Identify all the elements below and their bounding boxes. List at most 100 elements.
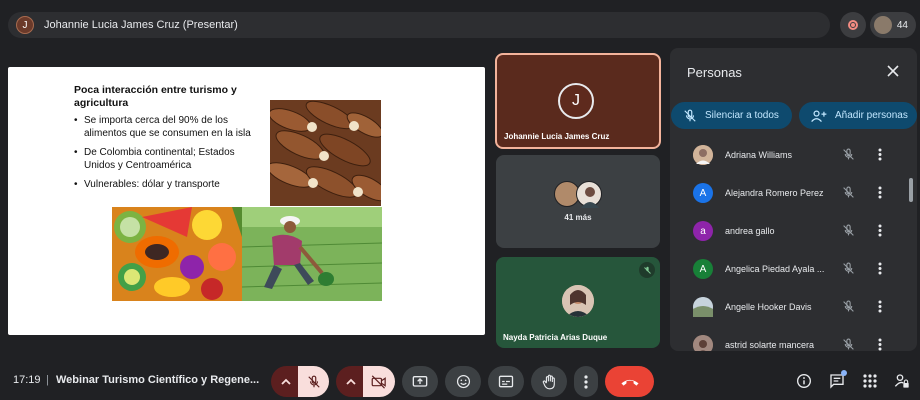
participant-thumbnail [874,16,892,34]
participant-name: Angelica Piedad Ayala ... [725,264,825,274]
chat-button[interactable] [828,370,847,390]
host-lock-icon [894,374,909,388]
present-screen-button[interactable] [402,366,438,397]
participant-thumbnail [576,181,602,208]
mic-off-icon [684,109,696,122]
more-vert-icon [584,374,588,389]
mic-off-icon [843,262,854,274]
cassava-image [270,100,381,206]
list-item[interactable]: a andrea gallo [670,212,917,250]
more-options-button[interactable] [574,366,598,397]
list-item[interactable]: A Angelica Piedad Ayala ... [670,250,917,288]
mic-off-icon [307,375,320,388]
fruits-image [112,207,242,301]
avatar [693,145,713,165]
hand-icon [542,374,555,389]
camera-off-icon [371,374,386,389]
slide-bullet: Vulnerables: dólar y transporte [74,179,256,192]
add-person-icon [811,109,827,122]
info-icon [797,374,811,388]
close-icon [887,65,899,77]
avatar [693,297,713,317]
mic-off-icon [843,224,854,236]
participants-button[interactable]: 44 [870,12,916,38]
participant-photo [562,285,594,317]
more-vert-icon [878,224,882,237]
slide-bullets: Se importa cerca del 90% de los alimento… [74,115,256,199]
mic-off-icon [843,148,854,160]
notification-dot [841,370,847,376]
farmer-image [242,207,382,301]
host-controls-button[interactable] [893,372,911,390]
more-vert-icon [878,338,882,351]
raise-hand-button[interactable] [531,366,567,397]
activities-button[interactable] [861,372,879,390]
participant-tile-nayda[interactable]: Nayda Patricia Arias Duque [496,257,660,348]
panel-title: Personas [687,65,742,80]
leave-call-button[interactable] [605,366,654,397]
clock: 17:19 [13,374,41,386]
add-people-label: Añadir personas [835,110,908,121]
mic-toggle-button[interactable] [298,366,329,397]
apps-grid-icon [863,374,877,388]
list-item[interactable]: Adriana Williams [670,136,917,174]
presentation-slide: Poca interacción entre turismo y agricul… [8,67,485,335]
avatar: A [693,259,713,279]
list-item[interactable]: astrid solarte mancera [670,326,917,351]
phone-hangup-icon [620,379,639,386]
mic-off-icon [843,300,854,312]
presenter-bar: J Johannie Lucia James Cruz (Presentar) [8,12,830,38]
people-list: Adriana Williams A Alejandra Romero Pere… [670,136,917,351]
close-button[interactable] [884,62,902,80]
mute-all-button[interactable]: Silenciar a todos [671,102,792,129]
more-vert-icon [878,186,882,199]
list-item[interactable]: Angelle Hooker Davis [670,288,917,326]
captions-button[interactable] [488,366,524,397]
meeting-title: Webinar Turismo Científico y Regene... [56,374,260,386]
panel-scrollbar[interactable] [909,178,913,202]
participant-count: 44 [896,19,908,31]
separator: | [46,374,49,386]
mic-off-icon [843,186,854,198]
emoji-icon [456,374,470,389]
more-vert-icon [878,148,882,161]
chevron-up-icon [345,378,356,385]
presenter-label: Johannie Lucia James Cruz (Presentar) [44,19,238,31]
reactions-button[interactable] [445,366,481,397]
more-vert-icon [878,262,882,275]
avatar [693,335,713,351]
participant-name: astrid solarte mancera [725,340,815,350]
avatar: a [693,221,713,241]
slide-title: Poca interacción entre turismo y agricul… [74,84,237,109]
slide-bullet: De Colombia continental; Estados Unidos … [74,147,256,172]
list-item[interactable]: A Alejandra Romero Perez [670,174,917,212]
mute-all-label: Silenciar a todos [705,110,779,121]
participant-tile-others[interactable]: 41 más [496,155,660,248]
more-vert-icon [878,300,882,313]
participant-avatar: J [558,83,594,119]
audio-options-button[interactable] [271,366,300,397]
participant-name: Alejandra Romero Perez [725,188,824,198]
recording-icon [848,20,858,30]
meeting-info-button[interactable] [795,372,813,390]
muted-icon [639,262,655,278]
participant-name: Adriana Williams [725,150,793,160]
captions-icon [498,375,514,388]
participant-name: Nayda Patricia Arias Duque [503,333,608,342]
video-options-button[interactable] [336,366,365,397]
people-panel: Personas Silenciar a todos Añadir person… [670,48,917,351]
add-people-button[interactable]: Añadir personas [799,102,917,129]
participant-name: Johannie Lucia James Cruz [504,132,610,141]
mic-off-icon [843,338,854,350]
avatar: A [693,183,713,203]
more-participants-label: 41 más [564,213,592,222]
slide-bullet: Se importa cerca del 90% de los alimento… [74,115,256,140]
chevron-up-icon [280,378,291,385]
present-screen-icon [412,375,428,387]
camera-toggle-button[interactable] [363,366,395,397]
recording-button[interactable] [840,12,866,38]
participant-name: Angelle Hooker Davis [725,302,812,312]
participant-name: andrea gallo [725,226,775,236]
participant-tile-presenter[interactable]: J Johannie Lucia James Cruz [495,53,661,149]
presenter-avatar: J [16,16,34,34]
